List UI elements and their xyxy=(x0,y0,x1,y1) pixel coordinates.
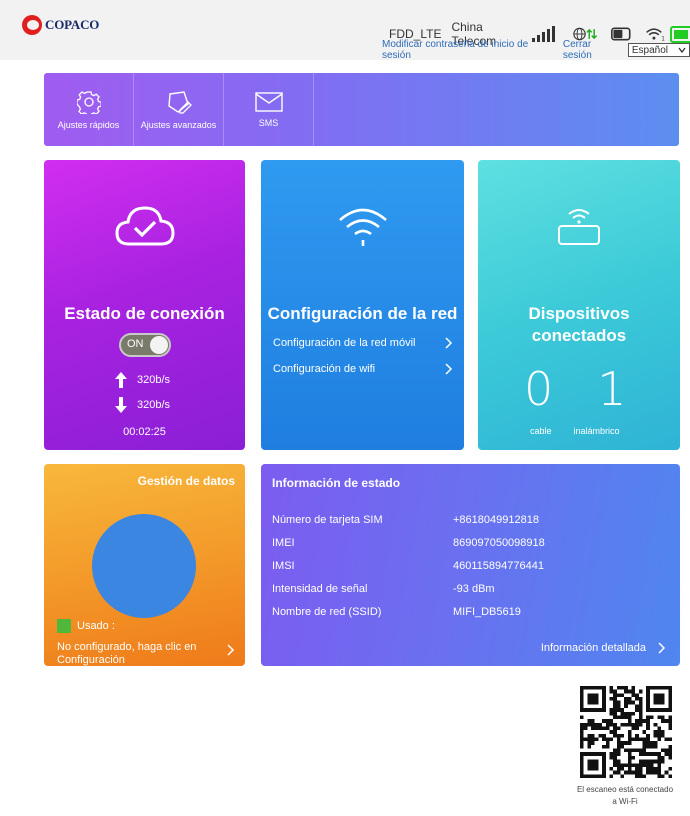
menu-advanced-settings[interactable]: Ajustes avanzados xyxy=(134,73,224,146)
detailed-info-link[interactable]: Información detallada xyxy=(541,642,666,654)
menu-sms-label: SMS xyxy=(258,117,279,128)
info-label: Intensidad de señal xyxy=(272,583,368,595)
qr-caption: El escaneo está conectado a Wi-Fi xyxy=(560,784,690,808)
cloud-check-icon xyxy=(114,206,175,246)
chevron-right-icon xyxy=(445,363,453,375)
info-row-imei: IMEI 869097050098918 xyxy=(272,537,545,549)
download-rate: 320b/s xyxy=(115,397,170,413)
logout-link[interactable]: Cerrar sesión xyxy=(563,39,622,61)
download-arrow-icon xyxy=(115,397,127,413)
data-management-card: Gestión de datos Usado : No configurado,… xyxy=(44,464,245,666)
devices-title-line2: conectados xyxy=(531,326,627,345)
device-counts: 0 1 xyxy=(524,362,627,416)
wireless-label: inalámbrico xyxy=(573,426,620,436)
configure-data-link[interactable]: No configurado, haga clic en Configuraci… xyxy=(57,641,243,666)
used-color-swatch xyxy=(57,619,71,633)
wifi-config-link[interactable]: Configuración de wifi xyxy=(273,363,453,375)
mobile-network-link[interactable]: Configuración de la red móvil xyxy=(273,337,453,349)
used-legend: Usado : xyxy=(57,619,115,633)
info-label: IMSI xyxy=(272,560,295,572)
connection-toggle-label: ON xyxy=(127,338,144,350)
data-usage-pie xyxy=(92,514,196,618)
chevron-right-icon xyxy=(445,337,453,349)
upload-rate-value: 320b/s xyxy=(137,374,171,386)
wireless-device-count: 1 xyxy=(597,362,627,416)
language-select-value: Español xyxy=(631,44,668,56)
network-config-card: Configuración de la red Configuración de… xyxy=(261,160,464,450)
status-info-card: Información de estado Número de tarjeta … xyxy=(261,464,680,666)
wifi-qr-code xyxy=(580,686,672,778)
wifi-config-link-label: Configuración de wifi xyxy=(273,363,376,375)
info-value: -93 dBm xyxy=(453,583,495,595)
qr-caption-line2: a Wi-Fi xyxy=(612,797,638,806)
network-config-title: Configuración de la red xyxy=(267,304,458,323)
info-row-imsi: IMSI 460115894776441 xyxy=(272,560,544,572)
info-value: MIFI_DB5619 xyxy=(453,606,521,618)
info-value: 869097050098918 xyxy=(453,537,545,549)
brand-logo-mark xyxy=(22,15,42,35)
brand-logo: COPACO xyxy=(22,15,99,35)
upload-arrow-icon xyxy=(115,372,127,388)
info-row-sim: Número de tarjeta SIM +8618049912818 xyxy=(272,514,539,526)
language-select[interactable]: Español xyxy=(627,43,690,57)
info-label: Nombre de red (SSID) xyxy=(272,606,382,618)
header-links: Modificar contraseña de inicio de sesión… xyxy=(382,39,690,61)
chevron-right-icon xyxy=(227,644,235,656)
detailed-info-link-label: Información detallada xyxy=(540,642,646,654)
info-row-ssid: Nombre de red (SSID) MIFI_DB5619 xyxy=(272,606,521,618)
connection-toggle[interactable]: ON xyxy=(119,333,171,357)
info-value: 460115894776441 xyxy=(453,560,544,572)
gear-icon xyxy=(76,90,101,114)
connection-status-card: Estado de conexión ON 320b/s 320b/s 00:0… xyxy=(44,160,245,450)
change-password-link[interactable]: Modificar contraseña de inicio de sesión xyxy=(382,39,557,61)
chevron-down-icon xyxy=(678,47,686,54)
menu-quick-settings[interactable]: Ajustes rápidos xyxy=(44,73,134,146)
info-row-signal: Intensidad de señal -93 dBm xyxy=(272,583,495,595)
info-label: Número de tarjeta SIM xyxy=(272,514,383,526)
brand-name: COPACO xyxy=(45,17,100,32)
menu-advanced-settings-label: Ajustes avanzados xyxy=(140,119,217,130)
menu-sms[interactable]: SMS xyxy=(224,73,314,146)
status-info-title: Información de estado xyxy=(272,476,401,490)
mobile-network-link-label: Configuración de la red móvil xyxy=(273,337,416,349)
devices-title-line1: Dispositivos xyxy=(528,304,630,323)
menu-quick-settings-label: Ajustes rápidos xyxy=(57,119,120,130)
data-management-title: Gestión de datos xyxy=(137,474,235,488)
connected-devices-card[interactable]: Dispositivos conectados 0 1 cable inalám… xyxy=(478,160,680,450)
info-label: IMEI xyxy=(272,537,295,549)
upload-rate: 320b/s xyxy=(115,372,170,388)
wifi-icon xyxy=(338,208,387,246)
download-rate-value: 320b/s xyxy=(137,399,171,411)
used-label: Usado : xyxy=(77,620,115,632)
connection-status-title: Estado de conexión xyxy=(64,304,225,323)
configure-data-link-label: No configurado, haga clic en Configuraci… xyxy=(57,641,197,666)
chevron-right-icon xyxy=(658,642,666,654)
top-header: COPACO FDD_LTE China Telecom 1 Modificar… xyxy=(0,0,690,61)
router-icon xyxy=(558,209,600,245)
cable-label: cable xyxy=(530,426,552,436)
qr-caption-line1: El escaneo está conectado xyxy=(576,785,674,794)
toggle-knob xyxy=(150,336,168,354)
cable-device-count: 0 xyxy=(524,362,554,416)
connection-duration: 00:02:25 xyxy=(123,426,166,438)
envelope-icon xyxy=(254,91,283,112)
device-count-labels: cable inalámbrico xyxy=(530,426,620,436)
info-value: +8618049912818 xyxy=(453,514,539,526)
main-menu-bar: Ajustes rápidos Ajustes avanzados SMS xyxy=(44,73,679,146)
settings-pen-icon xyxy=(167,90,192,114)
